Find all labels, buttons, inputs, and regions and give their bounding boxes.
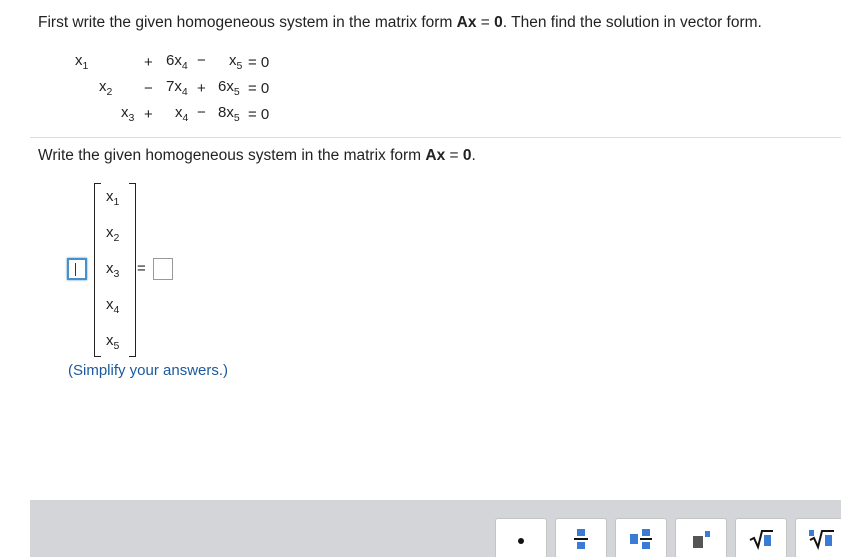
vector-right-bracket: [129, 183, 136, 357]
vector-entry-x1: x1: [106, 188, 120, 208]
square-root-icon: [749, 529, 773, 550]
simplify-hint: (Simplify your answers.): [68, 362, 229, 379]
nth-root-button[interactable]: [795, 518, 841, 557]
mixed-number-icon: [630, 528, 652, 549]
eq2-term2: 6x5: [218, 78, 240, 98]
eq3-op2: −: [197, 104, 206, 121]
equals-sign: =: [137, 260, 146, 277]
math-toolbar: [30, 500, 841, 557]
dot-icon: [518, 537, 524, 544]
instruction-text: Write the given homogeneous system in th…: [38, 147, 476, 164]
eq3-x3: x3: [121, 104, 135, 124]
exponent-icon: [693, 530, 710, 548]
vector-left-bracket: [94, 183, 101, 357]
eq2-op1: −: [144, 80, 153, 97]
eq1-x1: x1: [75, 52, 89, 72]
eq1-term1: 6x4: [166, 52, 188, 72]
square-root-button[interactable]: [735, 518, 787, 557]
prompt-ax: Ax: [456, 14, 477, 31]
eq3-term1: x4: [175, 104, 189, 124]
vector-entry-x4: x4: [106, 296, 120, 316]
eq2-x2: x2: [99, 78, 113, 98]
fraction-icon: [574, 528, 588, 549]
eq3-term2: 8x5: [218, 104, 240, 124]
eq1-rhs: = 0: [248, 54, 270, 71]
exponent-button[interactable]: [675, 518, 727, 557]
eq2-rhs: = 0: [248, 80, 270, 97]
eq2-term1: 7x4: [166, 78, 188, 98]
eq1-op2: −: [197, 52, 206, 69]
fraction-button[interactable]: [555, 518, 607, 557]
prompt-zero: 0: [494, 14, 503, 31]
matrix-a-input[interactable]: [67, 258, 87, 280]
eq2-op2: +: [197, 80, 206, 97]
eq1-term2: x5: [229, 52, 243, 72]
eq3-op1: +: [144, 106, 153, 123]
vector-entry-x5: x5: [106, 332, 120, 352]
section-divider: [30, 137, 841, 138]
prompt-equals: =: [476, 14, 495, 31]
eq3-rhs: = 0: [248, 106, 270, 123]
dot-button[interactable]: [495, 518, 547, 557]
vector-entry-x2: x2: [106, 224, 120, 244]
question-prompt: First write the given homogeneous system…: [38, 14, 762, 32]
zero-vector-input[interactable]: [153, 258, 173, 280]
vector-entry-x3: x3: [106, 260, 120, 280]
mixed-number-button[interactable]: [615, 518, 667, 557]
nth-root-icon: [809, 529, 834, 550]
prompt-text-end: . Then find the solution in vector form.: [502, 14, 762, 31]
prompt-text: First write the given homogeneous system…: [38, 14, 457, 31]
eq1-op1: +: [144, 54, 153, 71]
